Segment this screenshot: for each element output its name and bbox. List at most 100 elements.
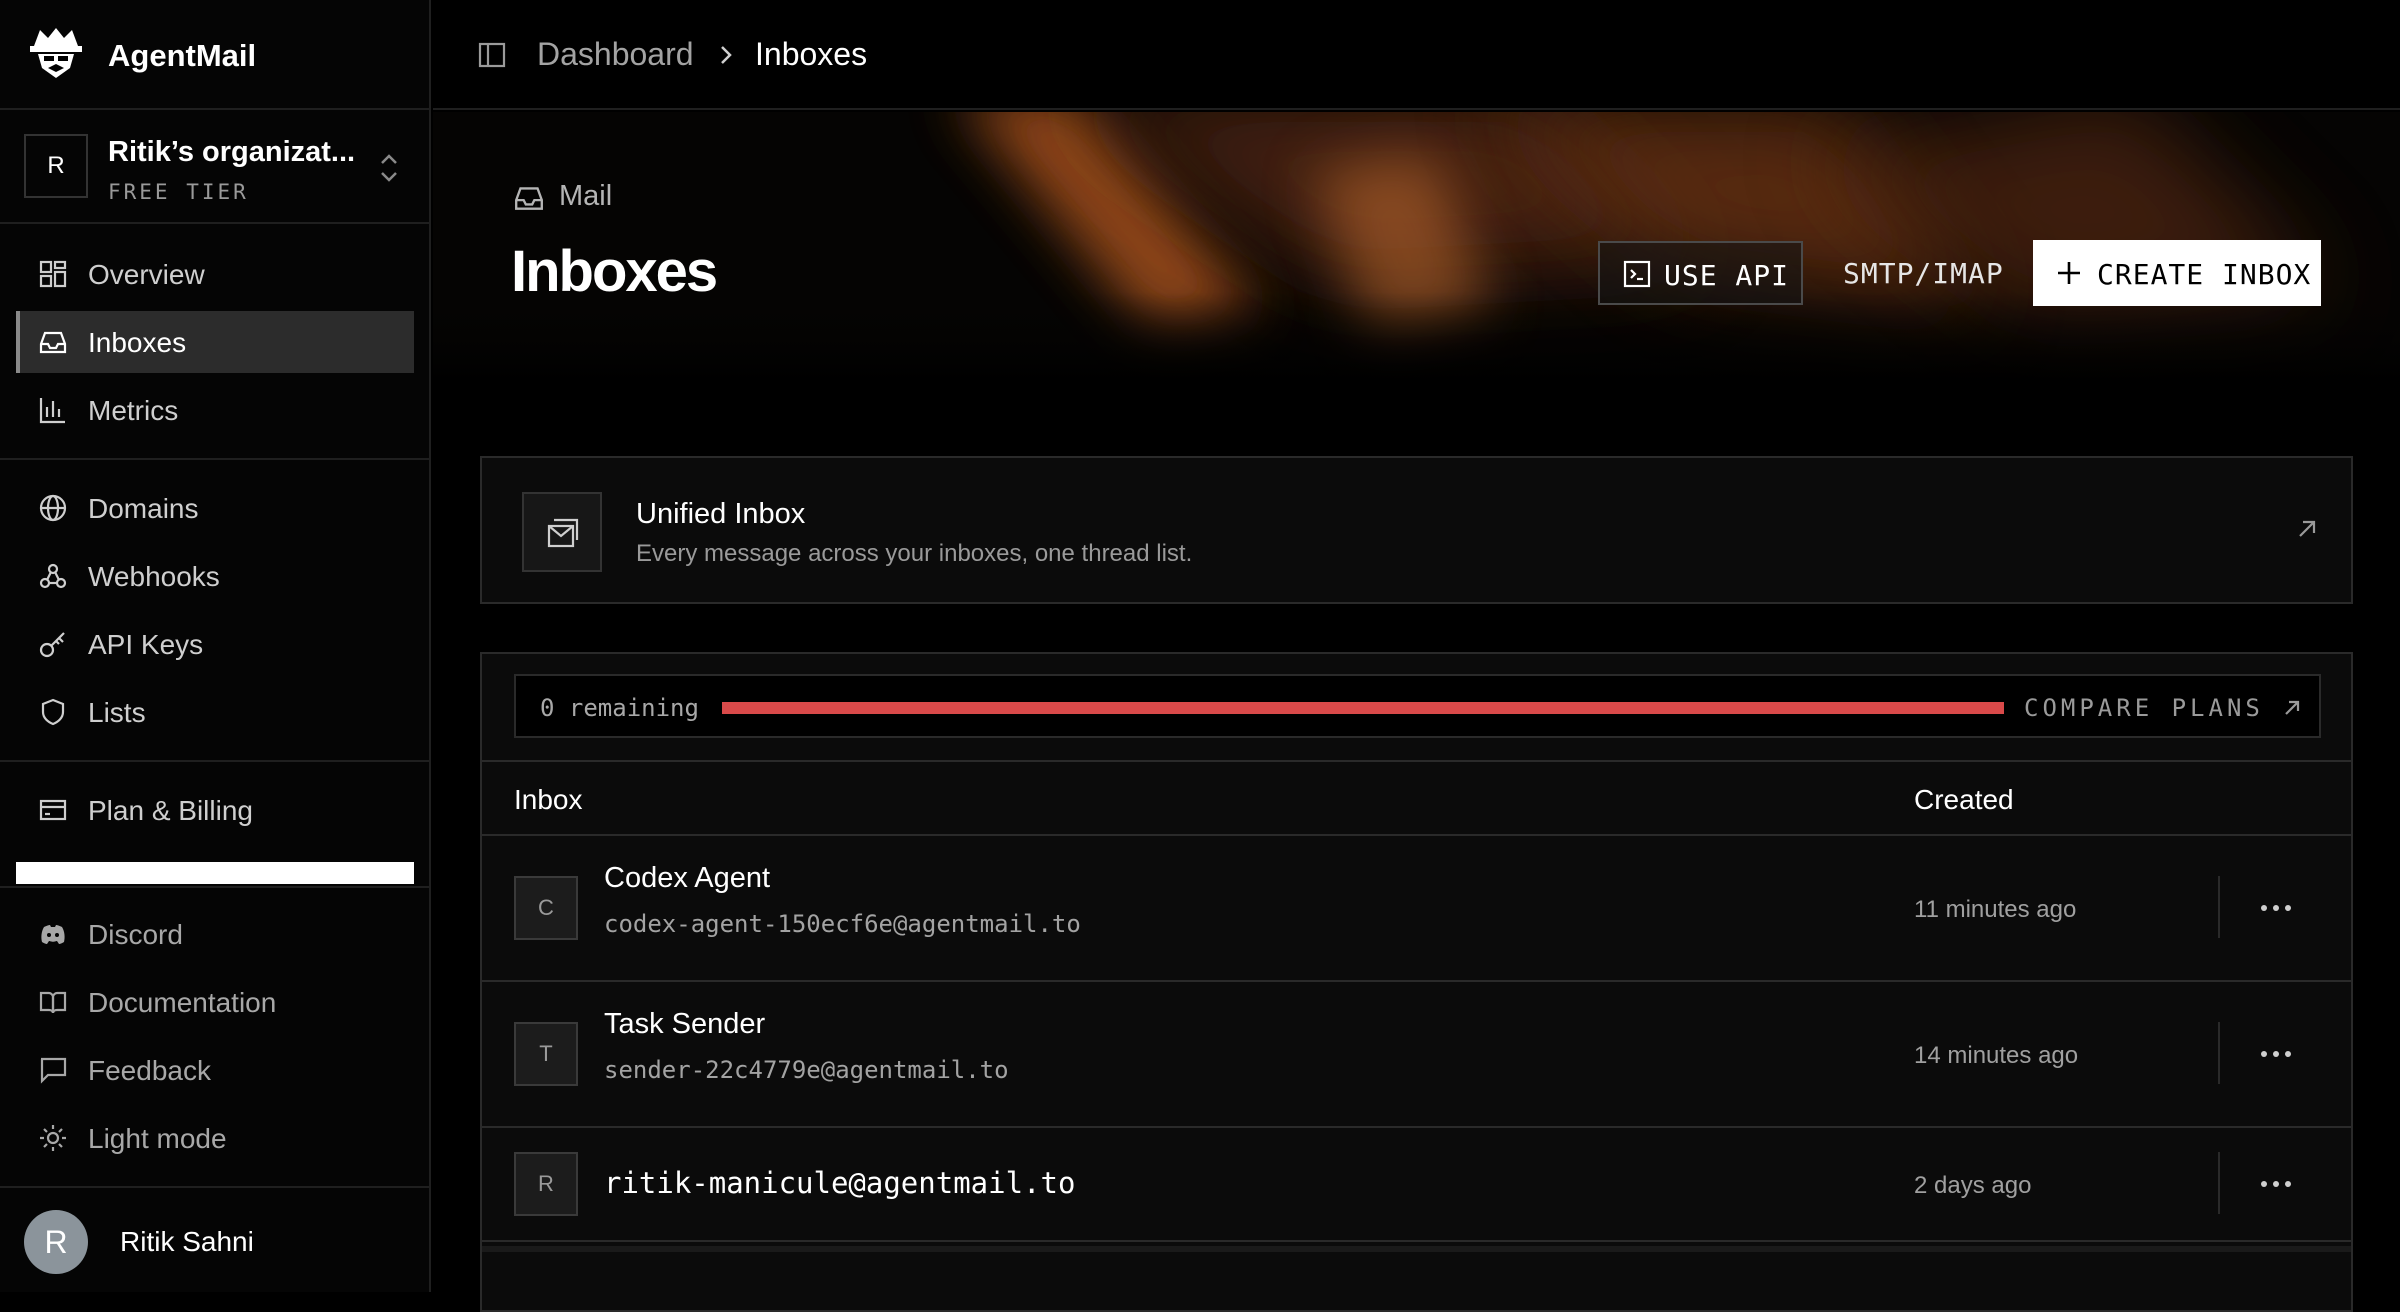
logo-row: AgentMail: [0, 0, 431, 110]
page-title: Inboxes: [511, 239, 718, 304]
quota-bar: 0 remaining COMPARE PLANS: [514, 674, 2321, 738]
column-header-inbox: Inbox: [514, 784, 583, 815]
sidebar-item-label: Feedback: [88, 1055, 211, 1086]
shield-icon: [41, 698, 65, 726]
sidebar-white-bar: [16, 862, 414, 884]
user-name: Ritik Sahni: [120, 1226, 254, 1257]
sidebar-item-lists[interactable]: Lists: [16, 681, 414, 743]
inbox-name: Codex Agent: [604, 862, 771, 894]
plus-icon: [2058, 262, 2080, 284]
inbox-icon: [515, 187, 543, 210]
avatar: R: [24, 1210, 88, 1274]
mail-stack-icon: [547, 518, 579, 548]
sidebar-divider: [0, 760, 431, 762]
sidebar-item-label: API Keys: [88, 629, 204, 660]
unified-inbox-title: Unified Inbox: [636, 498, 806, 530]
unified-inbox-card[interactable]: Unified Inbox Every message across your …: [480, 456, 2353, 604]
inbox-created: 2 days ago: [1914, 1172, 2032, 1199]
sidebar-item-api-keys[interactable]: API Keys: [16, 613, 414, 675]
chevron-right-icon: [721, 46, 732, 64]
sidebar-item-label: Domains: [88, 493, 199, 524]
sidebar-item-label: Discord: [88, 919, 183, 950]
sidebar-item-label: Plan & Billing: [88, 795, 253, 826]
sidebar-item-overview[interactable]: Overview: [16, 243, 414, 305]
sidebar-item-feedback[interactable]: Feedback: [16, 1039, 414, 1101]
arrow-up-right-icon: [2299, 520, 2316, 537]
inbox-avatar: R: [514, 1152, 578, 1216]
agentmail-logo-icon: [30, 28, 82, 78]
terminal-icon: [1623, 260, 1651, 288]
sidebar-item-webhooks[interactable]: Webhooks: [16, 545, 414, 607]
quota-track: [722, 702, 2004, 714]
sidebar-item-plan-billing[interactable]: Plan & Billing: [16, 779, 414, 841]
quota-fill: [722, 702, 2004, 714]
sidebar-divider: [0, 886, 431, 888]
column-header-created: Created: [1914, 784, 2014, 815]
use-api-label: USE API: [1664, 259, 1790, 292]
quota-remaining: 0 remaining: [540, 694, 699, 722]
sidebar-item-label: Light mode: [88, 1123, 227, 1154]
unified-inbox-icon-box: [522, 492, 602, 572]
page-header: Mail Inboxes USE API SMTP/IMAP CREATE IN…: [433, 112, 2400, 382]
breadcrumb-dashboard[interactable]: Dashboard: [537, 36, 694, 73]
inbox-email: sender-22c4779e@agentmail.to: [604, 1056, 1009, 1084]
inbox-created: 14 minutes ago: [1914, 1042, 2079, 1069]
sidebar-item-label: Webhooks: [88, 561, 220, 592]
sidebar-item-domains[interactable]: Domains: [16, 477, 414, 539]
app-name: AgentMail: [108, 38, 257, 73]
row-divider: [2218, 876, 2220, 938]
credit-card-icon: [39, 799, 67, 821]
arrow-up-right-icon: [2285, 700, 2300, 715]
sun-icon: [40, 1125, 66, 1151]
next-row-partial: [482, 1246, 2351, 1252]
org-name: Ritik’s organizat...: [108, 136, 356, 168]
sidebar-toggle-icon[interactable]: [477, 40, 507, 70]
compare-plans-link[interactable]: COMPARE PLANS: [2024, 694, 2264, 722]
create-inbox-button[interactable]: CREATE INBOX: [2033, 240, 2321, 306]
use-api-button[interactable]: USE API: [1598, 241, 1803, 305]
sidebar-item-light-mode[interactable]: Light mode: [16, 1107, 414, 1169]
inbox-email: ritik-manicule@agentmail.to: [604, 1166, 1076, 1200]
more-horizontal-icon[interactable]: [2258, 1178, 2294, 1190]
org-tier: FREE TIER: [108, 180, 249, 204]
sidebar-divider: [0, 458, 431, 460]
message-square-icon: [40, 1057, 67, 1084]
webhook-icon: [39, 563, 67, 589]
breadcrumb-current: Inboxes: [755, 36, 868, 72]
inbox-table: 0 remaining COMPARE PLANS Inbox Created …: [480, 652, 2353, 1312]
table-row[interactable]: R ritik-manicule@agentmail.to 2 days ago: [482, 1128, 2351, 1242]
more-horizontal-icon[interactable]: [2258, 902, 2294, 914]
book-open-icon: [39, 991, 67, 1014]
sidebar-item-metrics[interactable]: Metrics: [16, 379, 414, 441]
chevron-up-down-icon: [381, 154, 397, 182]
inbox-icon: [39, 331, 67, 354]
inbox-email: codex-agent-150ecf6e@agentmail.to: [604, 910, 1081, 938]
grid-icon: [39, 260, 67, 288]
sidebar-item-label: Metrics: [88, 395, 179, 426]
inbox-created: 11 minutes ago: [1914, 896, 2077, 923]
row-divider: [2218, 1152, 2220, 1214]
smtp-imap-button[interactable]: SMTP/IMAP: [1843, 257, 2004, 290]
more-horizontal-icon[interactable]: [2258, 1048, 2294, 1060]
sidebar: AgentMail R Ritik’s organizat... FREE TI…: [0, 0, 431, 1292]
table-row[interactable]: T Task Sender sender-22c4779e@agentmail.…: [482, 982, 2351, 1128]
inbox-name: Task Sender: [604, 1008, 766, 1040]
bar-chart-icon: [39, 398, 65, 424]
user-profile[interactable]: R Ritik Sahni: [0, 1186, 431, 1292]
globe-icon: [39, 494, 67, 522]
sidebar-item-label: Overview: [88, 259, 205, 290]
table-row[interactable]: C Codex Agent codex-agent-150ecf6e@agent…: [482, 836, 2351, 982]
inbox-avatar: T: [514, 1022, 578, 1086]
inbox-avatar: C: [514, 876, 578, 940]
sidebar-item-discord[interactable]: Discord: [16, 903, 414, 965]
table-header: Inbox Created: [482, 760, 2351, 836]
sidebar-item-documentation[interactable]: Documentation: [16, 971, 414, 1033]
sidebar-item-inboxes[interactable]: Inboxes: [16, 311, 414, 373]
sidebar-item-label: Documentation: [88, 987, 277, 1018]
sidebar-item-label: Inboxes: [88, 327, 187, 358]
org-switcher[interactable]: R Ritik’s organizat... FREE TIER: [0, 112, 431, 224]
key-icon: [39, 632, 65, 658]
create-inbox-label: CREATE INBOX: [2097, 258, 2312, 291]
row-divider: [2218, 1022, 2220, 1084]
sidebar-item-label: Lists: [88, 697, 146, 728]
